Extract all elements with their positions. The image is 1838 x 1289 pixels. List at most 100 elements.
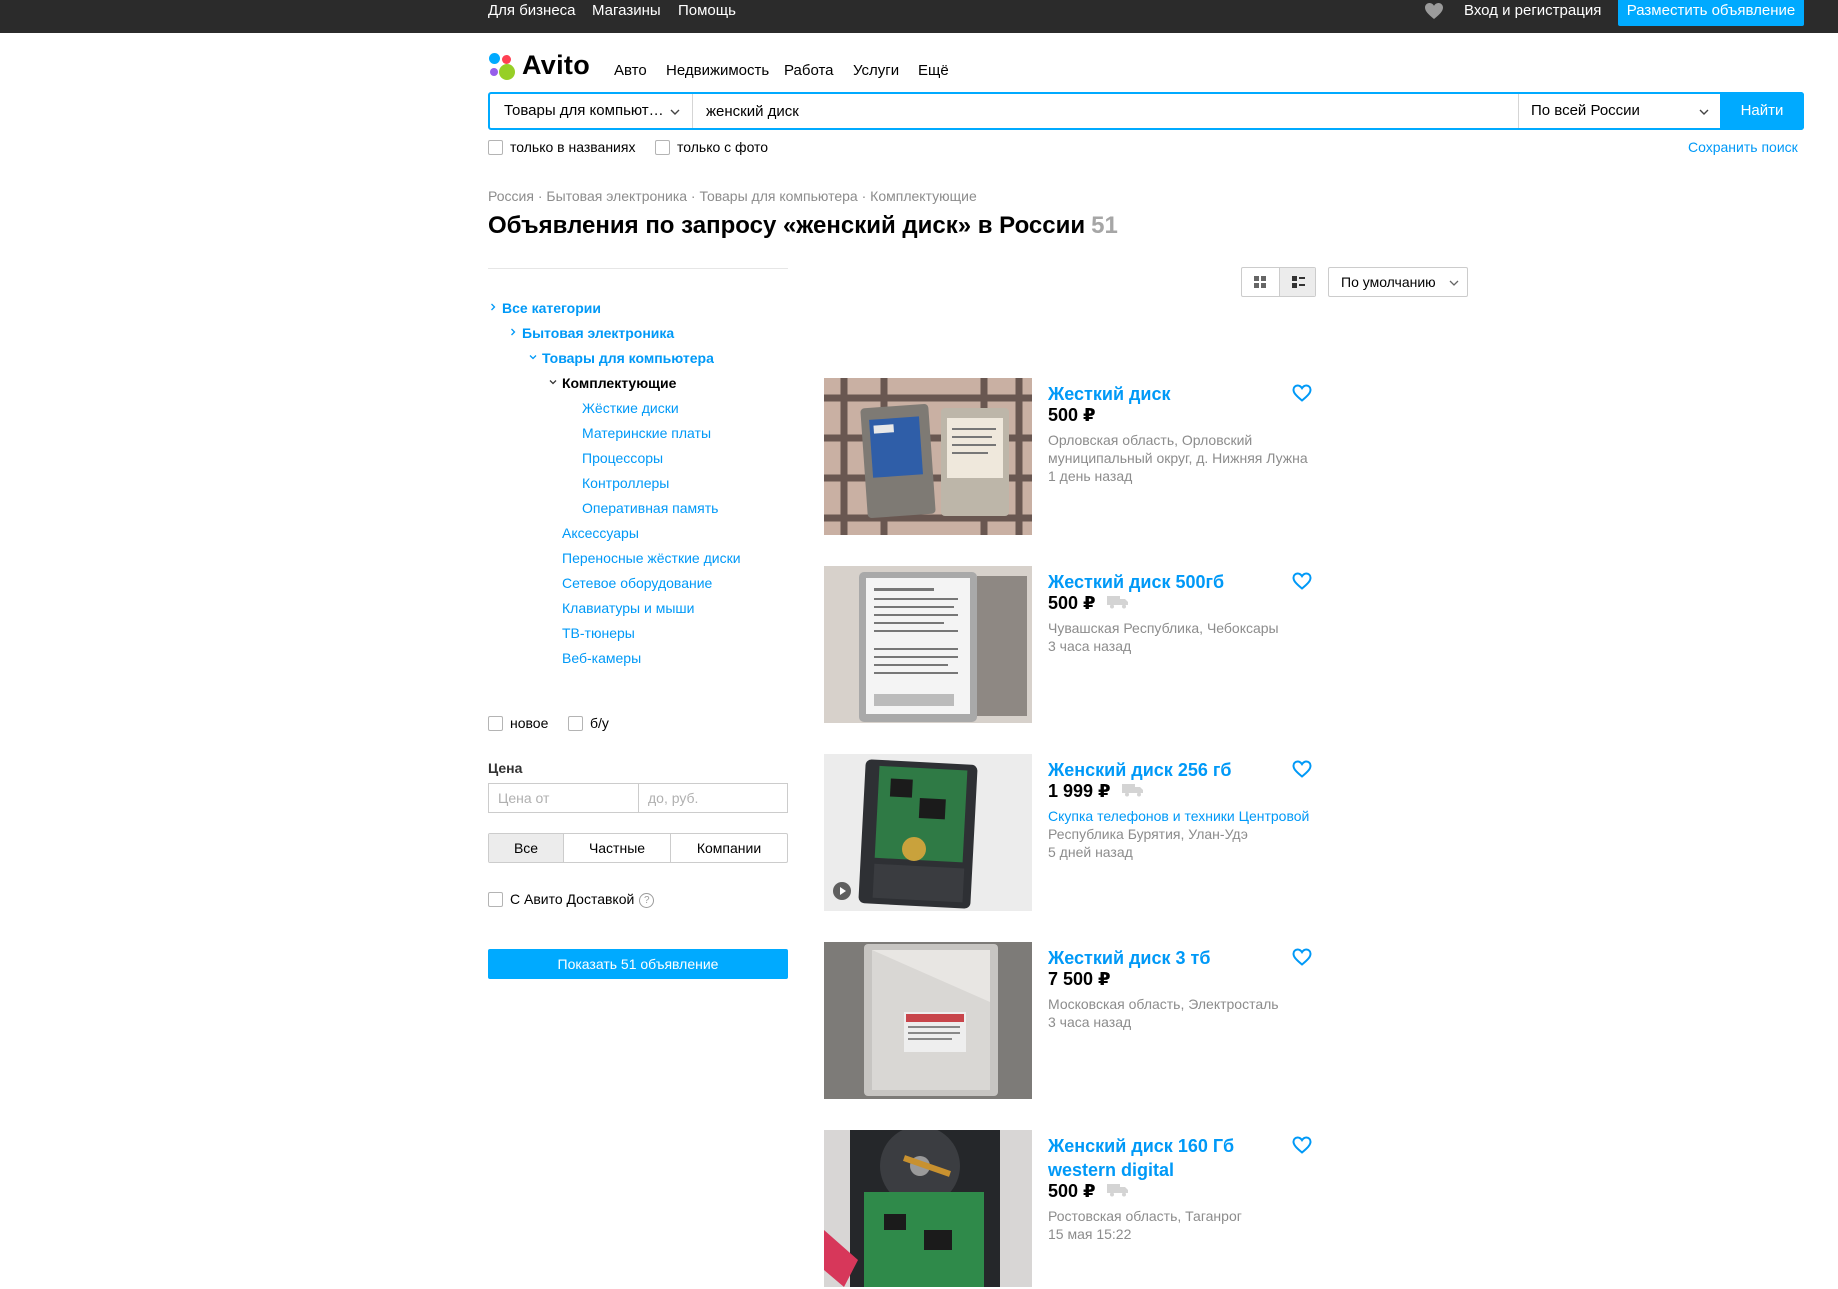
shops-link[interactable]: Магазины	[592, 0, 661, 33]
listing-price: 500 ₽	[1048, 593, 1129, 614]
listing-title[interactable]: Жесткий диск	[1048, 382, 1288, 406]
chevron-down-icon	[549, 380, 557, 385]
category-network[interactable]: Сетевое оборудование	[562, 575, 712, 591]
search-button[interactable]: Найти	[1720, 92, 1804, 130]
nav-more[interactable]: Ещё	[918, 62, 949, 79]
grid-view-button[interactable]	[1242, 268, 1279, 296]
search-bar: Товары для компьют… По всей России Найти	[488, 92, 1804, 130]
listing-location-text: Республика Бурятия, Улан-Удэ	[1048, 826, 1248, 842]
listing-price: 500 ₽	[1048, 405, 1096, 425]
listing-photo[interactable]	[824, 1130, 1032, 1287]
condition-used-checkbox[interactable]: б/у	[568, 715, 609, 732]
help-icon[interactable]: ?	[639, 892, 655, 908]
listing-title[interactable]: Жесткий диск 3 тб	[1048, 946, 1288, 970]
for-business-link[interactable]: Для бизнеса	[488, 0, 576, 33]
only-titles-label: только в названиях	[510, 139, 636, 155]
listing-item[interactable]: Жесткий диск 500гб 500 ₽ Чувашская Респу…	[824, 566, 1324, 723]
category-hdd[interactable]: Жёсткие диски	[582, 400, 679, 416]
listing-photo[interactable]	[824, 566, 1032, 723]
price-from-input[interactable]	[488, 783, 639, 813]
checkbox-box[interactable]	[488, 715, 503, 731]
checkbox-box[interactable]	[488, 891, 503, 907]
only-titles-checkbox[interactable]: только в названиях	[488, 139, 635, 156]
listing-date: 3 часа назад	[1048, 1014, 1132, 1030]
login-link[interactable]: Вход и регистрация	[1464, 0, 1601, 33]
hdd-photo-image	[824, 942, 1032, 1099]
sort-select[interactable]: По умолчанию	[1328, 267, 1468, 297]
seller-companies-button[interactable]: Компании	[671, 834, 787, 862]
avito-logo-icon	[488, 52, 518, 82]
only-photo-checkbox[interactable]: только с фото	[655, 139, 768, 156]
favorite-heart-icon[interactable]	[1292, 948, 1312, 966]
breadcrumb: Россия · Бытовая электроника · Товары дл…	[488, 188, 977, 204]
save-search-link[interactable]: Сохранить поиск	[1688, 139, 1798, 155]
video-play-icon[interactable]	[833, 882, 851, 900]
category-select[interactable]: Товары для компьют…	[490, 94, 693, 128]
breadcrumb-electronics[interactable]: Бытовая электроника	[546, 188, 687, 204]
nav-realty[interactable]: Недвижимость	[666, 62, 769, 79]
condition-new-checkbox[interactable]: новое	[488, 715, 548, 732]
listing-photo[interactable]	[824, 378, 1032, 535]
listing-photo[interactable]	[824, 942, 1032, 1099]
category-controllers[interactable]: Контроллеры	[582, 475, 669, 491]
listing-seller-link[interactable]: Скупка телефонов и техники Центровой	[1048, 808, 1309, 824]
listing-title[interactable]: Женский диск 160 Гб western digital	[1048, 1134, 1288, 1182]
delivery-truck-icon	[1106, 1184, 1128, 1197]
category-ram[interactable]: Оперативная память	[582, 500, 718, 516]
seller-all-button[interactable]: Все	[489, 834, 564, 862]
category-electronics[interactable]: Бытовая электроника	[522, 325, 674, 341]
checkbox-box[interactable]	[568, 715, 583, 731]
avito-delivery-label: С Авито Доставкой	[510, 891, 635, 907]
checkbox-box[interactable]	[655, 139, 670, 155]
condition-new-label: новое	[510, 715, 549, 731]
listing-title[interactable]: Женский диск 256 гб	[1048, 758, 1288, 782]
help-link[interactable]: Помощь	[678, 0, 736, 33]
category-webcams[interactable]: Веб-камеры	[562, 650, 641, 666]
listing-item[interactable]: Жесткий диск 3 тб 7 500 ₽ Московская обл…	[824, 942, 1324, 1099]
nav-work[interactable]: Работа	[784, 62, 834, 79]
category-portable-hdd[interactable]: Переносные жёсткие диски	[562, 550, 741, 566]
favorite-heart-icon[interactable]	[1292, 760, 1312, 778]
nav-auto[interactable]: Авто	[614, 62, 647, 79]
breadcrumb-russia[interactable]: Россия	[488, 188, 534, 204]
sort-select-value: По умолчанию	[1341, 274, 1436, 290]
chevron-down-icon	[670, 109, 680, 115]
nav-services[interactable]: Услуги	[853, 62, 899, 79]
listing-item[interactable]: Женский диск 256 гб 1 999 ₽ Скупка телеф…	[824, 754, 1324, 911]
category-keyboards[interactable]: Клавиатуры и мыши	[562, 600, 694, 616]
delivery-truck-icon	[1121, 784, 1143, 797]
category-components[interactable]: Комплектующие	[562, 375, 676, 391]
price-to-input[interactable]	[638, 783, 788, 813]
category-motherboards[interactable]: Материнские платы	[582, 425, 711, 441]
listing-date: 5 дней назад	[1048, 844, 1133, 860]
listing-item[interactable]: Жесткий диск 500 ₽ Орловская область, Ор…	[824, 378, 1324, 535]
breadcrumb-components[interactable]: Комплектующие	[870, 188, 977, 204]
category-cpus[interactable]: Процессоры	[582, 450, 663, 466]
category-accessories[interactable]: Аксессуары	[562, 525, 639, 541]
favorite-heart-icon[interactable]	[1292, 384, 1312, 402]
category-computer[interactable]: Товары для компьютера	[542, 350, 714, 366]
listing-date: 15 мая 15:22	[1048, 1226, 1132, 1242]
favorite-heart-icon[interactable]	[1292, 1136, 1312, 1154]
region-select-value: По всей России	[1531, 102, 1640, 119]
listing-location: Ростовская область, Таганрог	[1048, 1208, 1242, 1224]
list-view-button[interactable]	[1278, 268, 1315, 296]
listing-title[interactable]: Жесткий диск 500гб	[1048, 570, 1288, 594]
region-select[interactable]: По всей России	[1518, 94, 1720, 128]
place-ad-button[interactable]: Разместить объявление	[1618, 0, 1804, 26]
show-results-button[interactable]: Показать 51 объявление	[488, 949, 788, 979]
search-input[interactable]	[694, 94, 1506, 128]
favorite-heart-icon[interactable]	[1292, 572, 1312, 590]
category-tv-tuners[interactable]: ТВ-тюнеры	[562, 625, 635, 641]
view-toggle	[1241, 267, 1316, 297]
checkbox-box[interactable]	[488, 139, 503, 155]
category-all[interactable]: Все категории	[502, 300, 601, 316]
favorites-heart-icon[interactable]	[1424, 2, 1444, 20]
avito-delivery-checkbox[interactable]: С Авито Доставкой?	[488, 891, 655, 908]
listing-item[interactable]: Женский диск 160 Гб western digital 500 …	[824, 1130, 1324, 1287]
listing-date: 3 часа назад	[1048, 638, 1132, 654]
category-select-value: Товары для компьют…	[504, 102, 664, 119]
listing-photo[interactable]	[824, 754, 1032, 911]
breadcrumb-computer[interactable]: Товары для компьютера	[699, 188, 857, 204]
seller-private-button[interactable]: Частные	[564, 834, 671, 862]
